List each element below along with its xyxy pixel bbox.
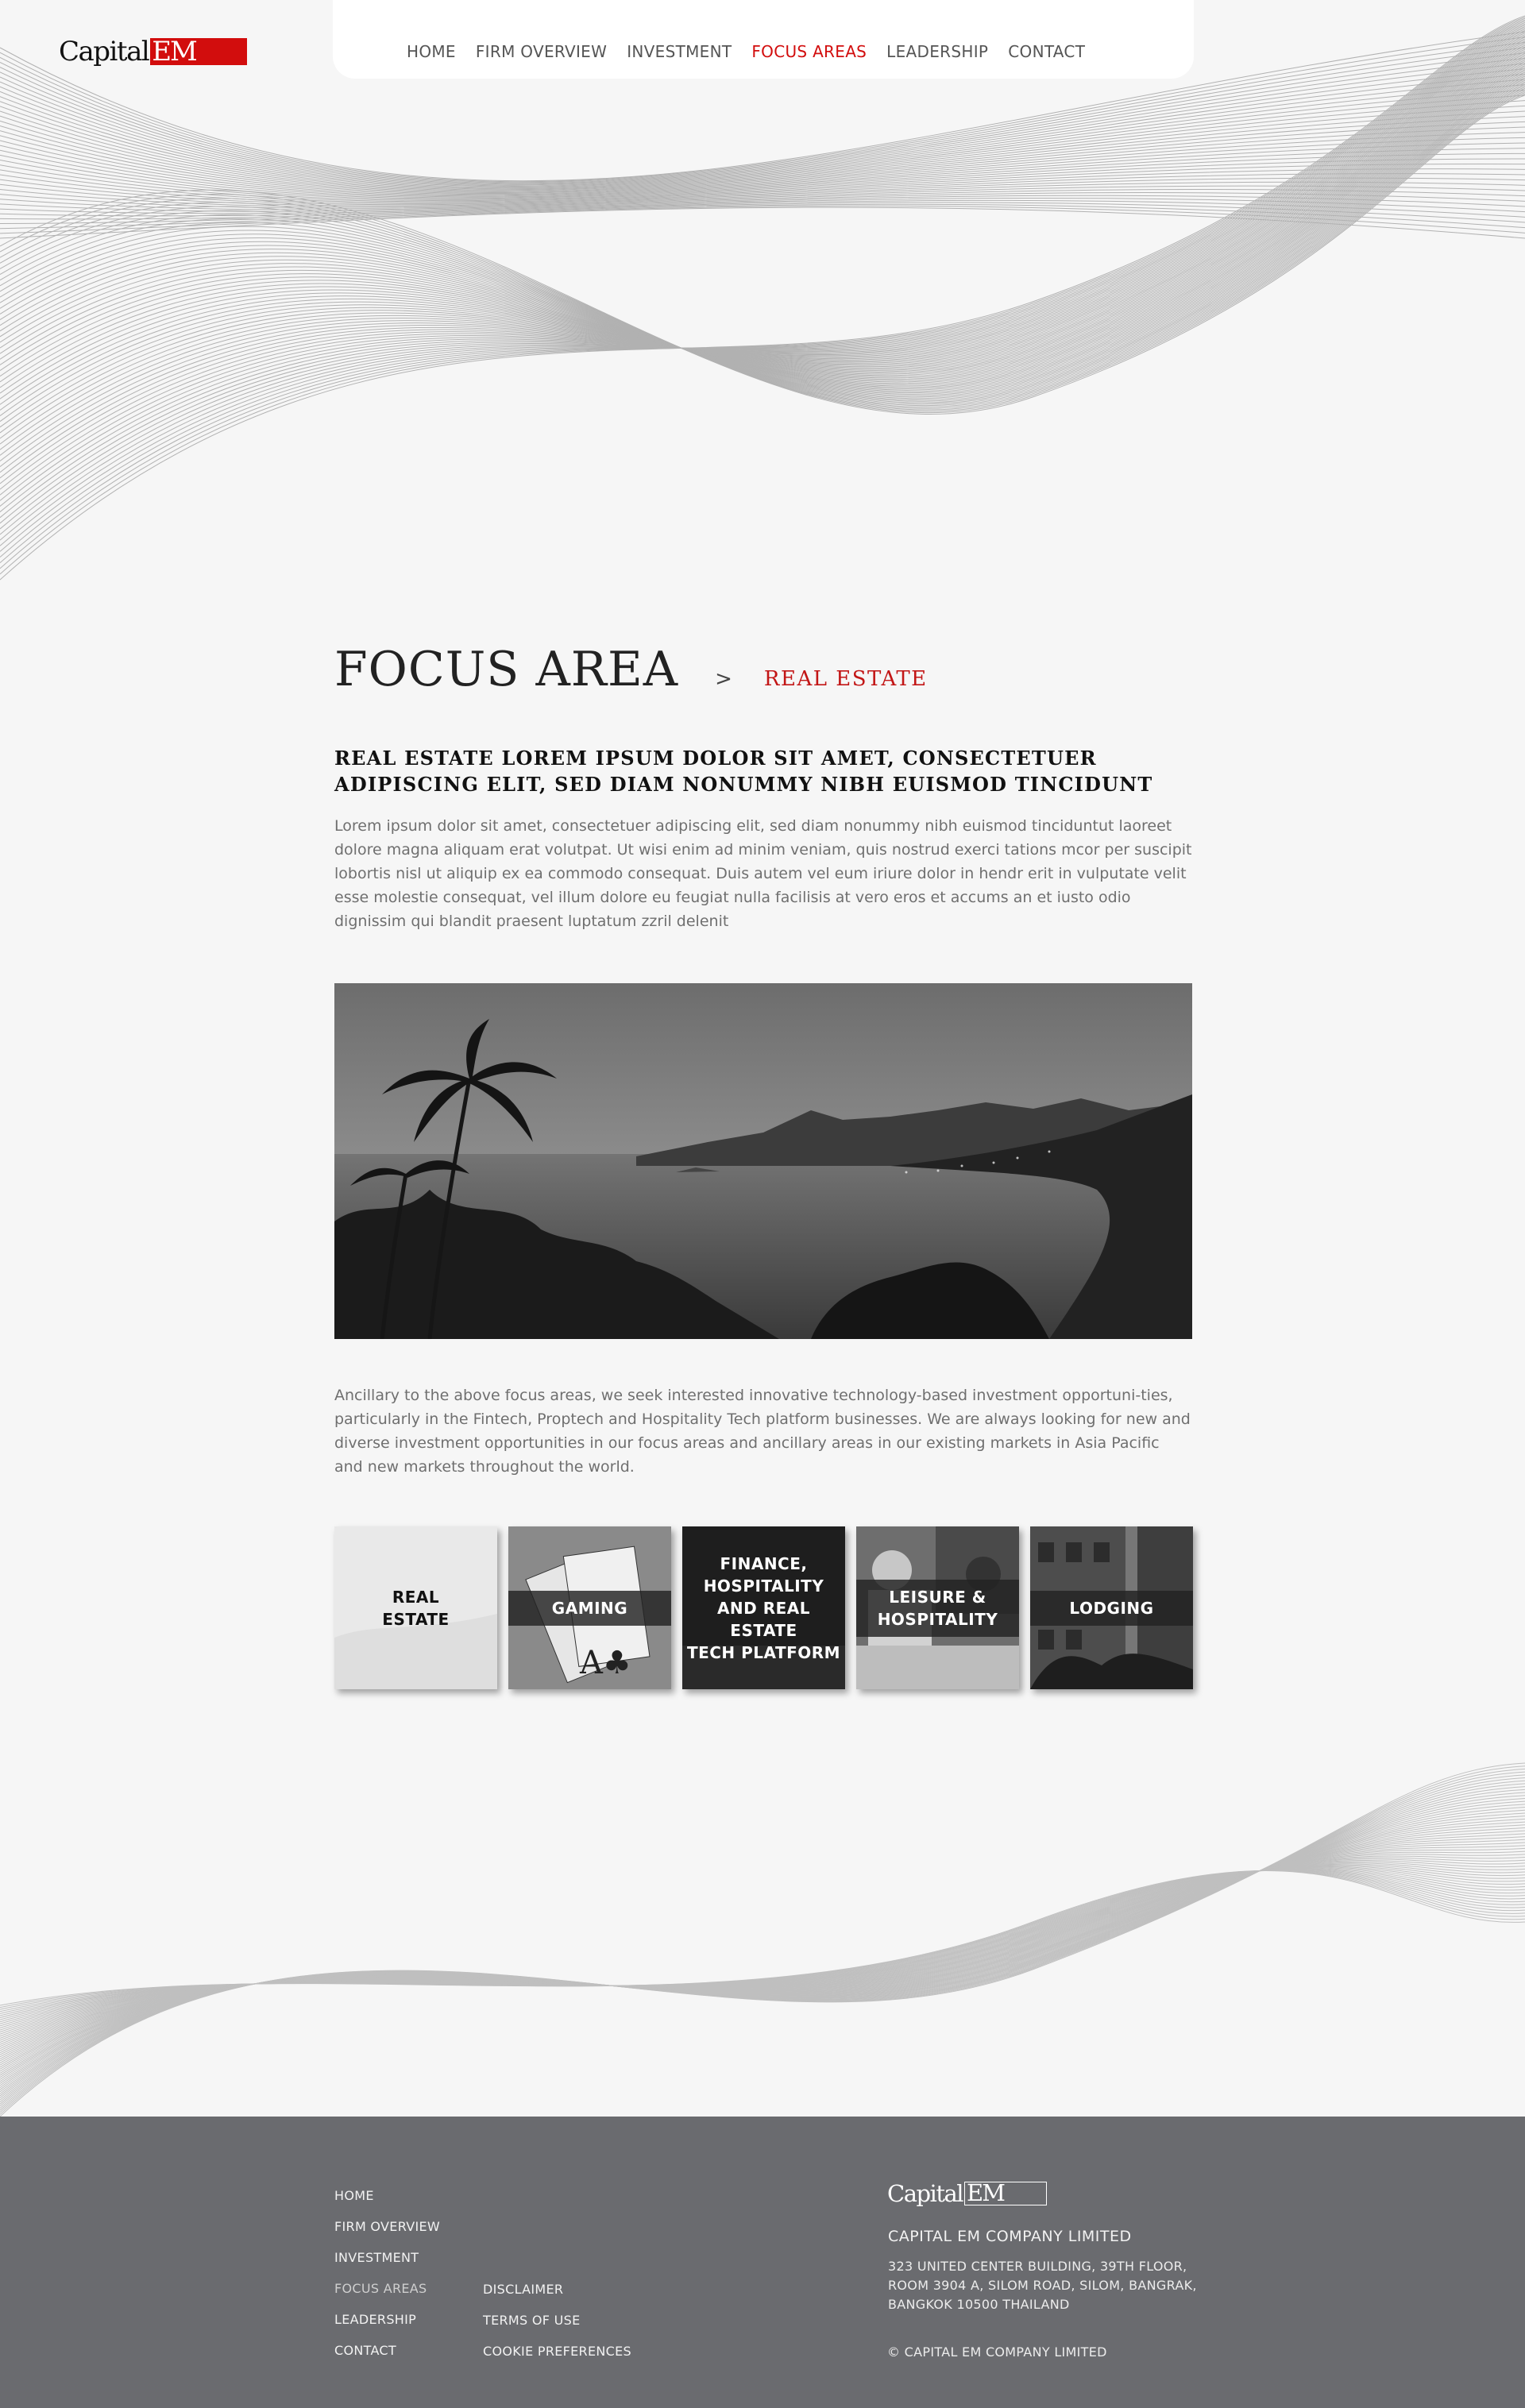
tile-real-estate[interactable]: REAL ESTATE xyxy=(334,1526,497,1689)
logo-wordmark: Capital xyxy=(59,36,150,68)
svg-text:A♣: A♣ xyxy=(579,1645,631,1681)
footer-logo-em-mark: EM xyxy=(964,2182,1048,2205)
nav-firm-overview[interactable]: FIRM OVERVIEW xyxy=(476,42,607,61)
address-line: ROOM 3904 A, SILOM ROAD, SILOM, BANGRAK, xyxy=(888,2278,1197,2293)
footer-link-focus-areas[interactable]: FOCUS AREAS xyxy=(334,2281,440,2296)
nav-contact[interactable]: CONTACT xyxy=(1008,42,1085,61)
tile-lodging[interactable]: LODGING xyxy=(1030,1526,1193,1689)
footer-link-leadership[interactable]: LEADERSHIP xyxy=(334,2312,440,2327)
footer-wave-background xyxy=(0,1762,1525,2117)
footer-link-terms[interactable]: TERMS OF USE xyxy=(483,2313,631,2328)
section-headline: REAL ESTATE LOREM IPSUM DOLOR SIT AMET, … xyxy=(334,747,1153,796)
breadcrumb-chevron: > xyxy=(715,667,732,691)
logo-em-mark: EM xyxy=(150,38,248,65)
tile-label: LODGING xyxy=(1030,1590,1193,1626)
tile-finance-hospitality-tech[interactable]: FINANCE, HOSPITALITY AND REAL ESTATE TEC… xyxy=(682,1526,845,1689)
ancillary-paragraph: Ancillary to the above focus areas, we s… xyxy=(334,1387,1191,1476)
main-navigation: HOME FIRM OVERVIEW INVESTMENT FOCUS AREA… xyxy=(333,0,1194,79)
footer-copyright: © CAPITAL EM COMPANY LIMITED xyxy=(887,2344,1107,2360)
site-footer xyxy=(0,2117,1525,2408)
footer-address: 323 UNITED CENTER BUILDING, 39TH FLOOR, … xyxy=(888,2257,1197,2314)
footer-link-cookies[interactable]: COOKIE PREFERENCES xyxy=(483,2344,631,2359)
address-line: BANGKOK 10500 THAILAND xyxy=(888,2297,1070,2312)
nav-leadership[interactable]: LEADERSHIP xyxy=(886,42,988,61)
footer-link-firm-overview[interactable]: FIRM OVERVIEW xyxy=(334,2219,440,2234)
nav-focus-areas[interactable]: FOCUS AREAS xyxy=(751,42,867,61)
page-heading: FOCUS AREA > REAL ESTATE xyxy=(334,642,928,697)
address-line: 323 UNITED CENTER BUILDING, 39TH FLOOR, xyxy=(888,2259,1187,2274)
footer-logo[interactable]: Capital EM xyxy=(887,2180,1048,2207)
footer-link-contact[interactable]: CONTACT xyxy=(334,2343,440,2358)
intro-paragraph: Lorem ipsum dolor sit amet, consectetuer… xyxy=(334,817,1192,930)
nav-investment[interactable]: INVESTMENT xyxy=(627,42,732,61)
footer-nav-primary: HOME FIRM OVERVIEW INVESTMENT FOCUS AREA… xyxy=(334,2188,440,2374)
tile-leisure-hospitality[interactable]: LEISURE & HOSPITALITY xyxy=(856,1526,1019,1689)
site-logo[interactable]: Capital EM xyxy=(59,36,248,68)
coastal-landscape-photo xyxy=(334,983,1192,1339)
footer-company-name: CAPITAL EM COMPANY LIMITED xyxy=(888,2228,1132,2245)
focus-area-tiles: REAL ESTATE A♣ GAMING FINANCE, HOSPITALI… xyxy=(334,1526,1193,1689)
breadcrumb-current: REAL ESTATE xyxy=(763,667,928,691)
tile-label: LEISURE & HOSPITALITY xyxy=(856,1579,1019,1637)
footer-link-home[interactable]: HOME xyxy=(334,2188,440,2203)
footer-link-disclaimer[interactable]: DISCLAIMER xyxy=(483,2282,631,2297)
page-title: FOCUS AREA xyxy=(334,642,679,697)
nav-home[interactable]: HOME xyxy=(407,42,456,61)
footer-nav-legal: DISCLAIMER TERMS OF USE COOKIE PREFERENC… xyxy=(483,2282,631,2375)
footer-link-investment[interactable]: INVESTMENT xyxy=(334,2250,440,2265)
tile-gaming[interactable]: A♣ GAMING xyxy=(508,1526,671,1689)
tile-label: GAMING xyxy=(508,1590,671,1626)
footer-logo-wordmark: Capital xyxy=(887,2180,964,2207)
tile-label: FINANCE, HOSPITALITY AND REAL ESTATE TEC… xyxy=(686,1553,841,1662)
hero-wave-background xyxy=(0,15,1525,581)
tile-label: REAL ESTATE xyxy=(382,1587,450,1629)
